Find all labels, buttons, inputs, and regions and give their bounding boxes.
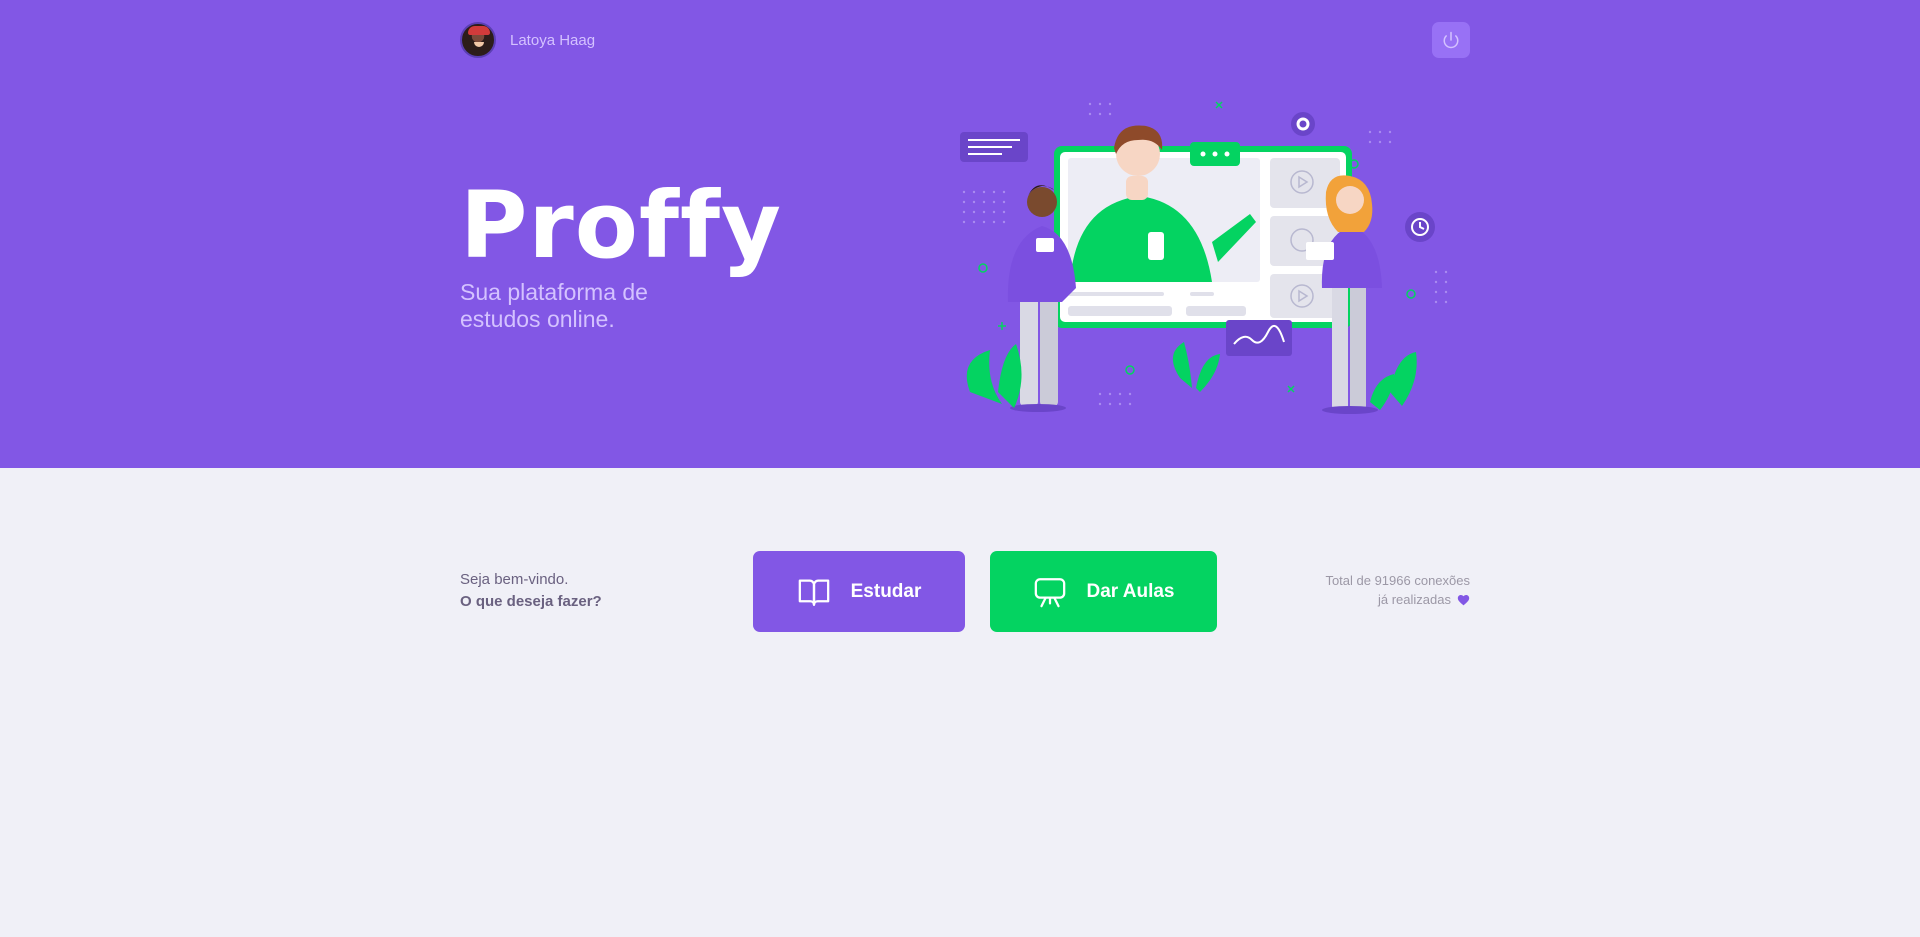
- top-bar: Latoya Haag: [460, 20, 1470, 60]
- welcome-greeting: Seja bem-vindo.: [460, 571, 569, 588]
- hero-section: Latoya Haag Proffy Sua plataforma de est…: [0, 0, 1920, 468]
- study-button[interactable]: Estudar: [753, 551, 965, 632]
- book-icon: [798, 579, 829, 606]
- proffy-logo: Proffy: [460, 172, 783, 279]
- avatar[interactable]: [460, 22, 496, 58]
- user-profile[interactable]: Latoya Haag: [460, 20, 595, 60]
- total-connections: Total de 91966 conexões já realizadas: [1325, 571, 1470, 609]
- power-icon: [1443, 31, 1459, 49]
- logout-button[interactable]: [1432, 22, 1470, 58]
- study-button-label: Estudar: [850, 580, 922, 602]
- welcome-question: O que deseja fazer?: [460, 593, 602, 610]
- heart-icon: [1457, 594, 1470, 605]
- give-classes-button-label: Dar Aulas: [1086, 580, 1175, 602]
- presentation-board-icon: [1034, 577, 1065, 607]
- connections-suffix-text: já realizadas: [1378, 592, 1451, 607]
- connections-count-text: Total de 91966 conexões: [1325, 573, 1470, 588]
- tagline: Sua plataforma de estudos online.: [460, 279, 648, 332]
- user-name[interactable]: Latoya Haag: [510, 32, 595, 49]
- welcome-message: Seja bem-vindo. O que deseja fazer?: [460, 569, 602, 613]
- give-classes-button[interactable]: Dar Aulas: [990, 551, 1217, 632]
- landing-illustration: [960, 101, 1448, 414]
